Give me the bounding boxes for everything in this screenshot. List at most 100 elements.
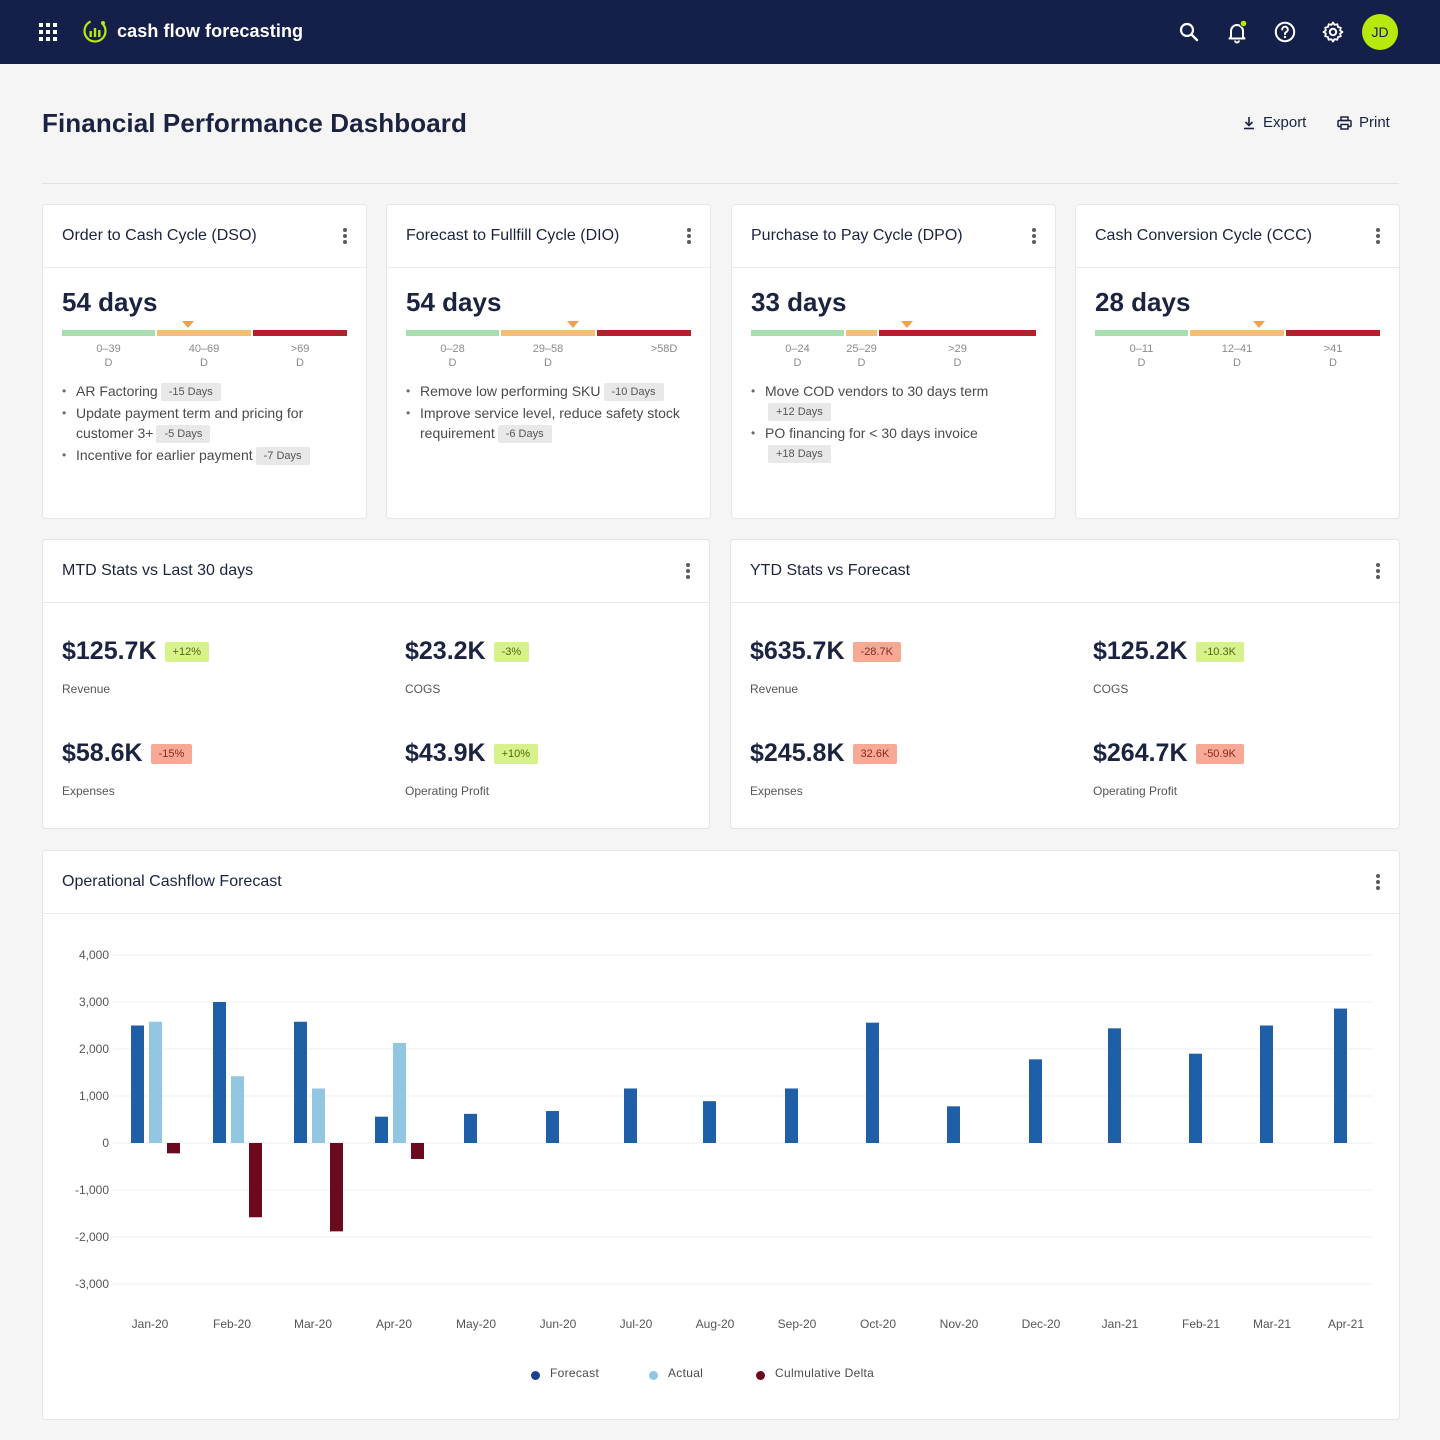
stat-change-badge: -10.3K <box>1195 641 1244 662</box>
more-options-icon[interactable] <box>1373 227 1383 245</box>
avatar[interactable]: JD <box>1362 14 1398 50</box>
stat-block: $125.7K +12% Revenue <box>62 637 209 696</box>
range-unit: D <box>296 357 304 369</box>
range-unit: D <box>1137 357 1146 369</box>
stat-label: Operating Profit <box>405 784 490 798</box>
more-options-icon[interactable] <box>1373 562 1383 580</box>
bar-forecast[interactable] <box>294 1021 307 1143</box>
bar-culmulative-delta[interactable] <box>167 1143 180 1154</box>
y-tick-label: -3,000 <box>75 1277 109 1291</box>
card-title: Purchase to Pay Cycle (DPO) <box>751 227 963 244</box>
search-icon[interactable] <box>1177 20 1201 44</box>
stat-row: $264.7K -50.9K <box>1093 739 1244 768</box>
bar-forecast[interactable] <box>1334 1008 1347 1143</box>
apps-grid-icon[interactable] <box>39 23 57 41</box>
card-header: YTD Stats vs Forecast <box>731 540 1399 603</box>
range-value: 25–29 <box>846 343 877 355</box>
range-unit: D <box>448 357 457 369</box>
bar-forecast[interactable] <box>213 1002 226 1143</box>
recommendation-item: Move COD vendors to 30 days term +12 Days <box>751 381 1041 421</box>
stat-label: Operating Profit <box>1093 784 1178 798</box>
more-options-icon[interactable] <box>684 227 694 245</box>
card-header: MTD Stats vs Last 30 days <box>43 540 709 603</box>
legend-swatch <box>756 1370 765 1380</box>
legend-item[interactable]: Forecast <box>531 1366 599 1380</box>
y-tick-label: -2,000 <box>75 1230 109 1244</box>
card-header: Order to Cash Cycle (DSO) <box>43 205 366 268</box>
bar-forecast[interactable] <box>1189 1053 1202 1143</box>
x-tick-label: Oct-20 <box>860 1317 896 1331</box>
legend-swatch <box>649 1370 658 1380</box>
x-tick-label: Apr-21 <box>1328 1317 1364 1331</box>
more-options-icon[interactable] <box>1373 873 1383 891</box>
range-segment <box>62 330 155 336</box>
more-options-icon[interactable] <box>340 227 350 245</box>
kpi-value: 54 days <box>406 287 502 317</box>
card-header: Cash Conversion Cycle (CCC) <box>1076 205 1399 268</box>
stat-row: $58.6K -15% <box>62 739 193 768</box>
current-value-marker <box>1253 321 1265 328</box>
bar-culmulative-delta[interactable] <box>249 1143 262 1218</box>
range-unit: D <box>1329 357 1337 369</box>
gear-icon[interactable] <box>1321 20 1345 44</box>
brand[interactable]: cash flow forecasting <box>82 18 303 44</box>
stat-block: $58.6K -15% Expenses <box>62 739 193 798</box>
bar-actual[interactable] <box>393 1042 406 1143</box>
bar-forecast[interactable] <box>866 1022 879 1143</box>
stat-value: $23.2K <box>405 637 486 665</box>
stat-value: $635.7K <box>750 637 845 665</box>
range-label: 0–24 D <box>768 342 828 370</box>
range-label: 40–69 D <box>174 342 234 370</box>
print-button[interactable]: Print <box>1337 114 1390 131</box>
bar-forecast[interactable] <box>375 1116 388 1143</box>
stat-label: Revenue <box>750 682 799 696</box>
stat-row: $125.2K -10.3K <box>1093 637 1244 666</box>
stat-label: Revenue <box>62 682 111 696</box>
stat-label: COGS <box>1093 682 1129 696</box>
legend-item[interactable]: Actual <box>649 1366 703 1380</box>
bell-icon[interactable] <box>1225 20 1249 44</box>
x-tick-label: Jun-20 <box>540 1317 577 1331</box>
legend-item[interactable]: Culmulative Delta <box>756 1366 874 1380</box>
stat-value: $264.7K <box>1093 739 1188 767</box>
card-title: YTD Stats vs Forecast <box>750 562 911 579</box>
bar-forecast[interactable] <box>464 1113 477 1143</box>
range-segment <box>879 330 1036 336</box>
range-label: >29 D <box>928 342 988 370</box>
current-value-marker <box>567 321 579 328</box>
recommendation-list: Remove low performing SKU-10 DaysImprove… <box>406 381 696 445</box>
recommendation-item: Improve service level, reduce safety sto… <box>406 403 696 443</box>
range-value: 29–58 <box>532 343 564 355</box>
bar-forecast[interactable] <box>703 1101 716 1143</box>
kpi-value: 54 days <box>62 287 158 317</box>
more-options-icon[interactable] <box>683 562 693 580</box>
kpi-value: 28 days <box>1095 287 1191 317</box>
bar-actual[interactable] <box>231 1076 244 1143</box>
bar-actual[interactable] <box>312 1088 325 1143</box>
export-button[interactable]: Export <box>1242 114 1306 131</box>
bar-forecast[interactable] <box>624 1088 637 1143</box>
stat-label: Expenses <box>750 784 803 798</box>
bar-forecast[interactable] <box>1029 1059 1042 1143</box>
chart-title: Operational Cashflow Forecast <box>62 873 282 890</box>
more-options-icon[interactable] <box>1029 227 1039 245</box>
bar-forecast[interactable] <box>785 1088 798 1143</box>
y-tick-label: 1,000 <box>79 1089 109 1103</box>
help-icon[interactable] <box>1273 20 1297 44</box>
recommendation-item: Remove low performing SKU-10 Days <box>406 381 696 401</box>
stat-change-badge: +12% <box>164 641 209 662</box>
range-unit: D <box>104 357 113 369</box>
stat-row: $23.2K -3% <box>405 637 530 666</box>
bar-culmulative-delta[interactable] <box>330 1143 343 1232</box>
range-segment <box>751 330 844 336</box>
x-tick-label: Feb-20 <box>213 1317 251 1331</box>
bar-forecast[interactable] <box>546 1111 559 1143</box>
bar-actual[interactable] <box>149 1021 162 1143</box>
bar-forecast[interactable] <box>131 1025 144 1144</box>
bar-forecast[interactable] <box>947 1106 960 1143</box>
impact-chip: +18 Days <box>768 445 831 463</box>
app-name: cash flow forecasting <box>117 20 304 41</box>
bar-forecast[interactable] <box>1108 1028 1121 1143</box>
bar-culmulative-delta[interactable] <box>411 1143 424 1159</box>
bar-forecast[interactable] <box>1260 1025 1273 1144</box>
